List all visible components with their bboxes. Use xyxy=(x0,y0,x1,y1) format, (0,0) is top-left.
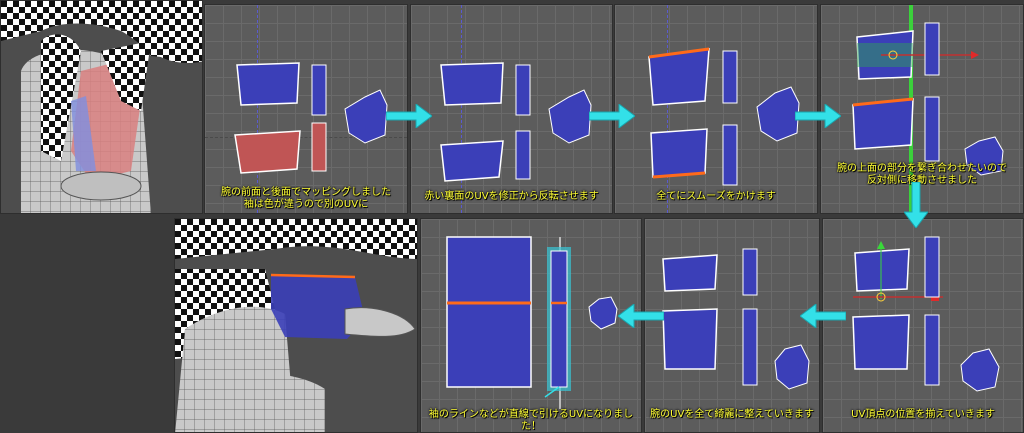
uv-panel-step3: 全てにスムーズをかけます xyxy=(614,4,818,214)
arm-model-bottom-image xyxy=(175,219,417,432)
uv-shell-arm-front xyxy=(236,62,300,106)
uv-shells xyxy=(234,62,388,174)
uv-shell-arm-back xyxy=(234,130,301,174)
uv-shells xyxy=(446,236,618,409)
right-arrow-icon xyxy=(589,104,635,128)
uv-shells xyxy=(662,248,810,390)
caption-step1: 腕の前面と後面でマッピングしました 袖は色が違うので別のUVに xyxy=(221,187,391,210)
left-arrow-icon xyxy=(618,304,664,328)
caption-step2: 赤い裏面のUVを修正から反転させます xyxy=(424,191,599,202)
viewport-arm-top xyxy=(0,0,203,214)
uv-panel-step6: 腕のUVを全て綺麗に整えていきます xyxy=(644,218,820,433)
caption-step3: 全てにスムーズをかけます xyxy=(656,191,776,202)
caption-step5: UV頂点の位置を揃えていきます xyxy=(851,409,995,420)
uv-panel-step5: UV頂点の位置を揃えていきます xyxy=(822,218,1024,433)
right-arrow-icon xyxy=(795,104,841,128)
uv-shells xyxy=(852,236,1000,392)
uv-shells xyxy=(440,62,592,182)
viewport-arm-bottom xyxy=(174,218,418,433)
caption-step7: 袖のラインなどが直線で引けるUVになりました！ xyxy=(428,409,634,432)
uv-shell-sleeve xyxy=(311,64,327,116)
right-arrow-icon xyxy=(386,104,432,128)
uv-shell-cap xyxy=(344,89,388,144)
uv-shell-sleeve-back xyxy=(311,122,327,172)
arm-model-top-image xyxy=(1,1,202,213)
move-manipulator-icon xyxy=(877,241,885,249)
down-arrow-icon xyxy=(904,182,928,228)
uv-panel-step7: 袖のラインなどが直線で引けるUVになりました！ xyxy=(420,218,642,433)
uv-panel-step1: 腕の前面と後面でマッピングしました 袖は色が違うので別のUVに xyxy=(204,4,408,214)
uv-shells xyxy=(648,47,800,186)
left-arrow-icon xyxy=(800,304,846,328)
caption-step6: 腕のUVを全て綺麗に整えていきます xyxy=(650,409,814,420)
uv-panel-step2: 赤い裏面のUVを修正から反転させます xyxy=(410,4,613,214)
